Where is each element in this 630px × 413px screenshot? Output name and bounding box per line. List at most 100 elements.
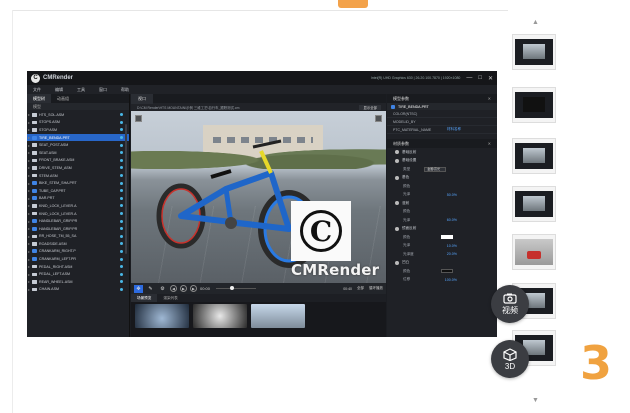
visibility-icon[interactable]: [120, 158, 123, 162]
next-frame-icon[interactable]: ▶: [190, 285, 197, 292]
paint-tool-icon[interactable]: ✎: [146, 285, 155, 293]
visibility-icon[interactable]: [120, 196, 123, 200]
expand-arrow-icon[interactable]: ▸: [27, 135, 31, 140]
tree-row[interactable]: ▸ TUBE_CAP.PRT: [27, 187, 129, 195]
play-icon[interactable]: ▶: [180, 285, 187, 292]
material-param-value[interactable]: 20.0%: [447, 252, 457, 256]
tree-row[interactable]: ▸ BIKE_STEM_SHA.PRT: [27, 179, 129, 187]
tree-row[interactable]: ▸ KNID_LOCK_LEVER.A: [27, 202, 129, 210]
visibility-icon[interactable]: [120, 249, 123, 253]
step-thumbnail[interactable]: [512, 234, 556, 270]
close-button[interactable]: ✕: [488, 75, 493, 82]
prev-frame-icon[interactable]: ◀: [170, 285, 177, 292]
tree-row[interactable]: ▸ SEAT.ASM: [27, 149, 129, 157]
expand-arrow-icon[interactable]: ▸: [27, 219, 31, 224]
menu-edit[interactable]: 编辑: [55, 87, 63, 93]
expand-arrow-icon[interactable]: ▸: [27, 211, 31, 216]
material-param[interactable]: 位移 100.0%: [387, 276, 497, 285]
visibility-icon[interactable]: [120, 204, 123, 208]
material-param[interactable]: 光泽 10.0%: [387, 242, 497, 251]
tree-row[interactable]: ▸ HANDLEBAR_GRIP.PR: [27, 225, 129, 233]
scroll-down-icon[interactable]: ▼: [532, 397, 539, 404]
visibility-icon[interactable]: [120, 166, 123, 170]
tree-row[interactable]: ▸ ROADSIDE.ASM: [27, 240, 129, 248]
environment-thumbnail[interactable]: [193, 304, 247, 328]
tree-row[interactable]: ▸ HANDLEBAR_GRIP.PR: [27, 217, 129, 225]
tree-row[interactable]: ▸ TIRE_BENDA.PRT: [27, 133, 129, 142]
loop-toggle[interactable]: 循环播放: [369, 286, 383, 291]
material-group[interactable]: 镜面反射: [387, 225, 497, 234]
expand-arrow-icon[interactable]: ▸: [27, 203, 31, 208]
render-scene[interactable]: C CMRender: [131, 111, 386, 283]
tree-scrollbar[interactable]: [125, 124, 127, 254]
expand-arrow-icon[interactable]: ▸: [27, 272, 31, 277]
visibility-icon[interactable]: [120, 287, 123, 291]
material-group[interactable]: 漫射: [387, 199, 497, 208]
visibility-icon[interactable]: [120, 174, 123, 178]
expand-arrow-icon[interactable]: ▸: [27, 173, 31, 178]
3d-button[interactable]: 3D: [491, 340, 529, 378]
expand-arrow-icon[interactable]: ▸: [27, 241, 31, 246]
expand-arrow-icon[interactable]: ▸: [27, 127, 31, 132]
expand-arrow-icon[interactable]: ▸: [27, 188, 31, 193]
expand-arrow-icon[interactable]: ▸: [27, 143, 31, 148]
minimize-button[interactable]: —: [466, 75, 472, 82]
material-group[interactable]: 基色: [387, 174, 497, 183]
color-swatch[interactable]: [441, 235, 453, 240]
visibility-icon[interactable]: [120, 257, 123, 261]
visibility-icon[interactable]: [120, 151, 123, 155]
expand-arrow-icon[interactable]: ▸: [27, 234, 31, 239]
tree-row[interactable]: ▸ BAR.PRT: [27, 195, 129, 203]
step-thumbnail[interactable]: [512, 186, 556, 222]
tree-row[interactable]: ▸ KNID_LOCK_LEVER.A: [27, 210, 129, 218]
tree-row[interactable]: ▸ PEDAL_LEFT.ASM: [27, 270, 129, 278]
tree-row[interactable]: ▸ CRANKARM_LEFT.PR: [27, 255, 129, 263]
expand-arrow-icon[interactable]: ▸: [27, 287, 31, 292]
tab-viewport[interactable]: 视口: [131, 93, 153, 104]
scroll-up-icon[interactable]: ▲: [532, 19, 539, 26]
visibility-icon[interactable]: [120, 136, 123, 140]
step-thumbnail[interactable]: [512, 87, 556, 123]
material-param[interactable]: 光泽 50.0%: [387, 191, 497, 200]
material-param[interactable]: 颜色: [387, 267, 497, 276]
expand-arrow-icon[interactable]: ▸: [27, 264, 31, 269]
tree-row[interactable]: ▸ STOPS.ASM: [27, 119, 129, 127]
tree-row[interactable]: ▸ RR_HOSE_TM_55_SA: [27, 233, 129, 241]
tab-model-tree[interactable]: 模型树: [27, 94, 51, 103]
close-icon[interactable]: ✕: [488, 141, 491, 146]
visibility-icon[interactable]: [120, 272, 123, 276]
material-param-value[interactable]: 10.0%: [447, 244, 457, 248]
tree-row[interactable]: ▸ PEDAL_RIGHT.ASM: [27, 263, 129, 271]
material-type-select[interactable]: 金属/高光: [424, 166, 447, 172]
visibility-icon[interactable]: [120, 280, 123, 284]
visibility-icon[interactable]: [120, 128, 123, 132]
visibility-icon[interactable]: [120, 265, 123, 269]
material-param[interactable]: 类型 金属/高光: [387, 165, 497, 174]
menu-help[interactable]: 帮助: [121, 87, 129, 93]
expand-arrow-icon[interactable]: ▸: [27, 196, 31, 201]
material-param-value[interactable]: 60.0%: [447, 218, 457, 222]
visibility-icon[interactable]: [120, 212, 123, 216]
material-group[interactable]: 凹凸: [387, 259, 497, 268]
playback-range[interactable]: 全部: [357, 286, 364, 291]
material-param[interactable]: 颜色: [387, 208, 497, 217]
tree-row[interactable]: ▸ DRIVE_STEM_ASM: [27, 164, 129, 172]
environment-thumbnail[interactable]: [251, 304, 305, 328]
video-button[interactable]: 视频: [491, 285, 529, 323]
move-tool-icon[interactable]: ✥: [134, 284, 143, 293]
material-param[interactable]: 光泽 60.0%: [387, 216, 497, 225]
visibility-icon[interactable]: [120, 227, 123, 231]
material-param-value[interactable]: 50.0%: [447, 193, 457, 197]
tree-row[interactable]: ▸ FRONT_BRAKE.ASM: [27, 157, 129, 165]
menu-window[interactable]: 窗口: [99, 87, 107, 93]
visibility-icon[interactable]: [120, 181, 123, 185]
tree-row[interactable]: ▸ REAR_WHEEL.ASM: [27, 278, 129, 286]
tab-render-list[interactable]: 渲染列表: [157, 294, 183, 302]
visibility-icon[interactable]: [120, 120, 123, 124]
expand-arrow-icon[interactable]: ▸: [27, 257, 31, 262]
tab-animation-group[interactable]: 动画组: [51, 94, 75, 103]
visibility-icon[interactable]: [120, 242, 123, 246]
visibility-icon[interactable]: [120, 143, 123, 147]
material-param[interactable]: 颜色: [387, 233, 497, 242]
settings-gear-icon[interactable]: ⚙: [158, 285, 167, 293]
